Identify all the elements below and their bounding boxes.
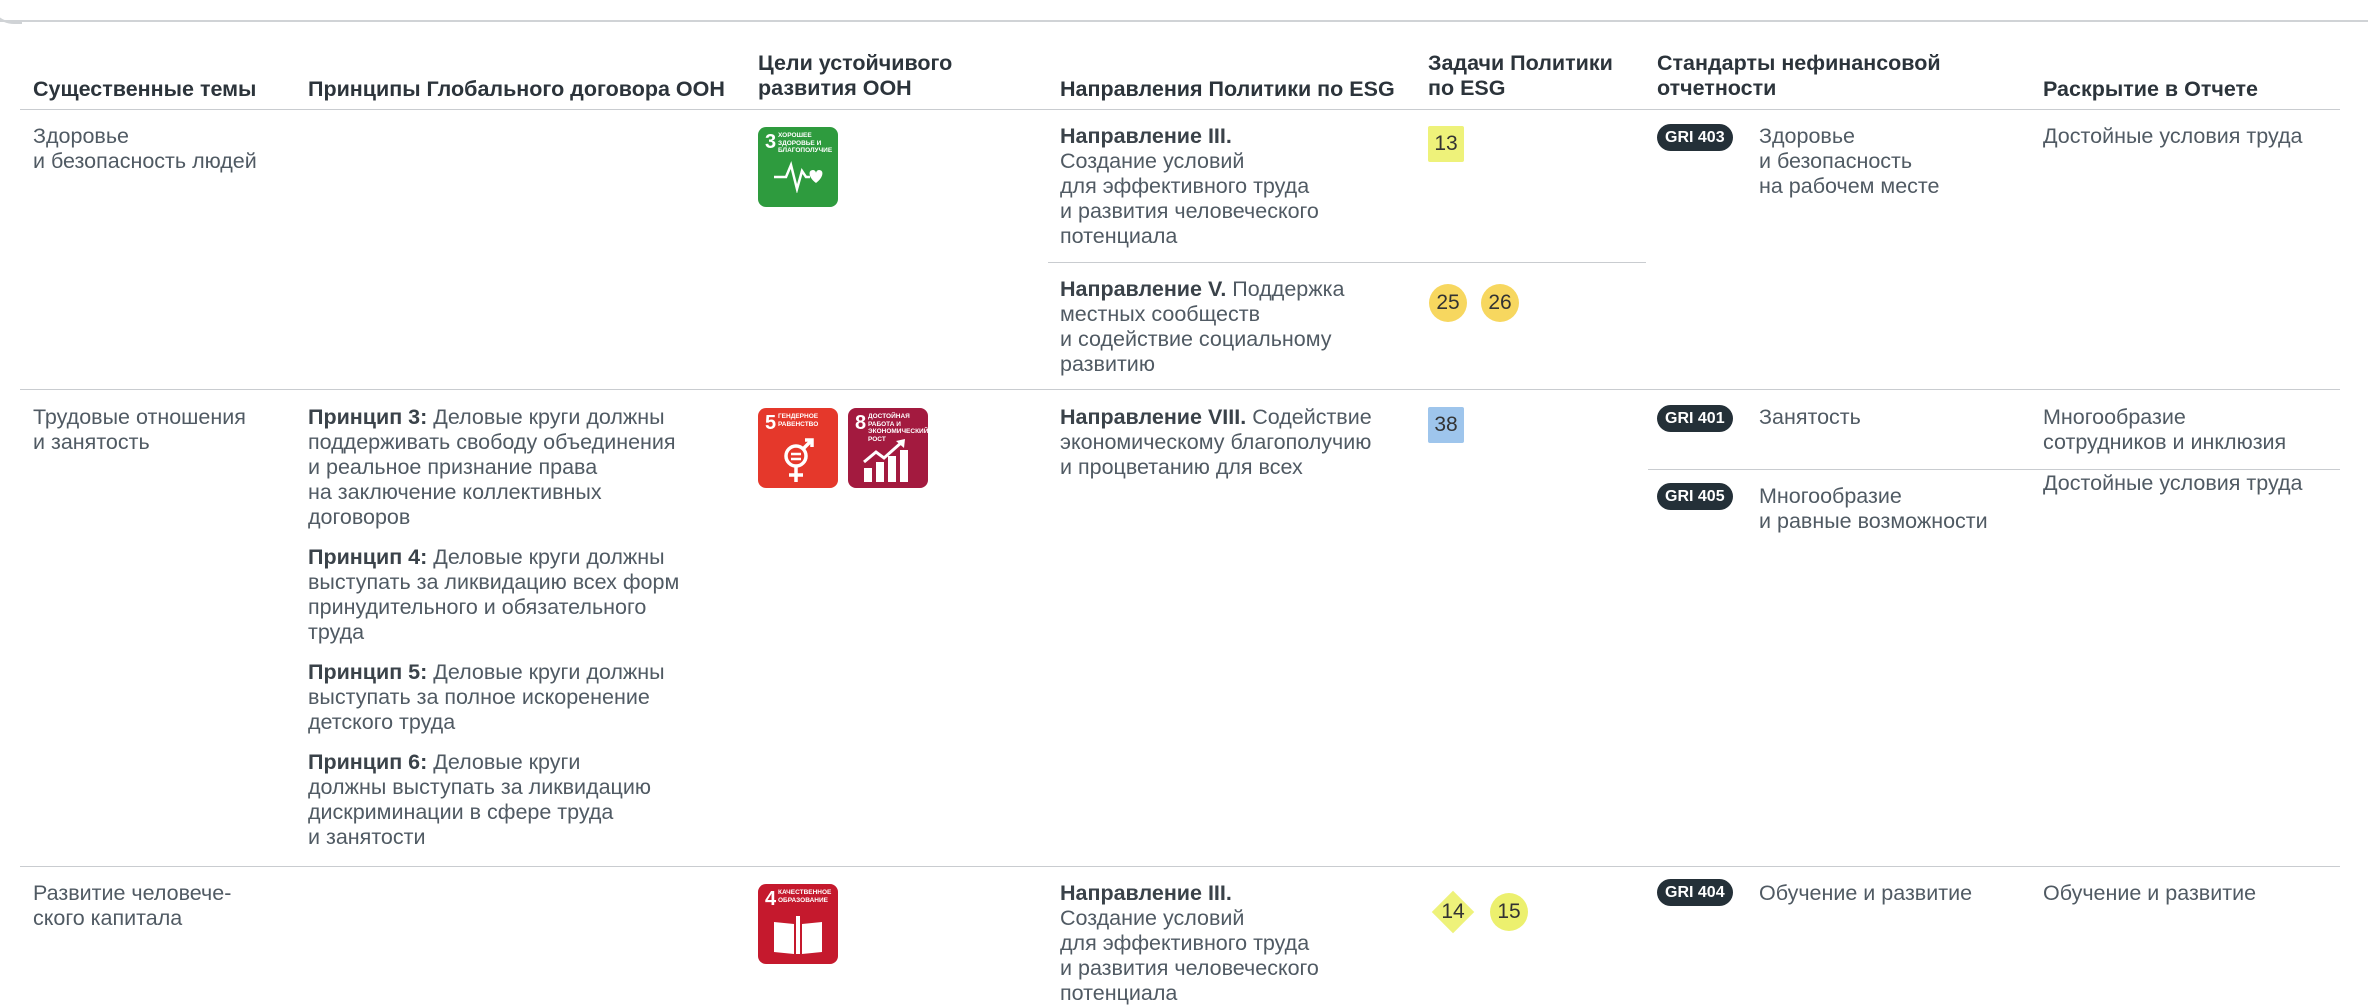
sdg-title: Качественное образование xyxy=(778,889,832,904)
frame-top-border xyxy=(0,20,2368,22)
sdg-number: 5 xyxy=(765,412,777,434)
gri-404-text: Обучение и развитие xyxy=(1759,881,1973,905)
gri-403-text: Здоровье и безопасность на рабочем месте xyxy=(1759,124,1940,198)
row3-disclosure: Обучение и развитие xyxy=(2043,881,2257,905)
direction-title: Направление VIII. xyxy=(1060,405,1247,429)
esg-task-14: 14 xyxy=(1431,890,1475,934)
principle-6: Принцип 6: Деловые круги должны выступат… xyxy=(308,750,748,850)
row1-subdivider xyxy=(1048,262,1646,263)
sdg-title: Хорошее здоровье и благополучие xyxy=(778,132,833,154)
principle-title: Принцип 6: xyxy=(308,750,428,774)
principle-5: Принцип 5: Деловые круги должны выступат… xyxy=(308,660,748,735)
sdg-number: 3 xyxy=(765,131,777,153)
row2-disclosure-conditions: Достойные условия труда xyxy=(2043,471,2303,495)
principle-title: Принцип 3: xyxy=(308,405,428,429)
direction-title: Направление III. xyxy=(1060,124,1232,148)
header-reporting-standards: Стандарты нефинансовой отчетности xyxy=(1657,51,1941,100)
esg-task-38: 38 xyxy=(1428,407,1464,443)
row2-direction-8: Направление VIII. Содействие экономическ… xyxy=(1060,405,1440,480)
row1-direction-3: Направление III. Создание условий для эф… xyxy=(1060,124,1420,249)
sdg-number: 4 xyxy=(765,888,777,910)
principle-3: Принцип 3: Деловые круги должны поддержи… xyxy=(308,405,748,530)
gender-equality-icon xyxy=(784,438,814,482)
header-esg-directions: Направления Политики по ESG xyxy=(1060,77,1395,101)
direction-title: Направление III. xyxy=(1060,881,1232,905)
row-divider xyxy=(20,866,2340,867)
esg-task-14-label: 14 xyxy=(1441,900,1465,923)
esg-task-13: 13 xyxy=(1428,126,1464,162)
row2-disclosure-diversity: Многообразие сотрудников и инклюзия xyxy=(2043,405,2287,454)
principle-title: Принцип 4: xyxy=(308,545,428,569)
row-divider xyxy=(20,389,2340,390)
sdg-title: Гендерное равенство xyxy=(778,413,819,428)
gri-403-badge: GRI 403 xyxy=(1657,124,1733,151)
row1-topic: Здоровье и безопасность людей xyxy=(33,124,257,173)
esg-task-26: 26 xyxy=(1481,284,1519,322)
direction-title: Направление V. xyxy=(1060,277,1227,301)
sdg-number: 8 xyxy=(855,412,867,434)
row1-disclosure: Достойные условия труда xyxy=(2043,124,2303,148)
heartbeat-icon xyxy=(774,161,823,193)
sdg-8-tile: 8 Достойная работа и экономический рост xyxy=(848,408,928,488)
header-un-sdg: Цели устойчивого развития ООН xyxy=(758,51,953,100)
header-un-global-compact: Принципы Глобального договора ООН xyxy=(308,77,725,101)
sdg-4-tile: 4 Качественное образование xyxy=(758,884,838,964)
sdg-3-tile: 3 Хорошее здоровье и благополучие xyxy=(758,127,838,207)
principle-4: Принцип 4: Деловые круги должны выступат… xyxy=(308,545,748,645)
cropped-heading-fragment xyxy=(33,0,75,2)
header-esg-tasks: Задачи Политики по ESG xyxy=(1428,51,1613,100)
principle-title: Принцип 5: xyxy=(308,660,428,684)
header-topics: Существенные темы xyxy=(33,77,257,101)
sdg-5-tile: 5 Гендерное равенство xyxy=(758,408,838,488)
growth-chart-icon xyxy=(863,439,908,482)
gri-404-badge: GRI 404 xyxy=(1657,879,1733,906)
book-icon xyxy=(774,916,822,954)
direction-text: Создание условий для эффективного труда … xyxy=(1060,149,1319,248)
row3-direction-3: Направление III. Создание условий для эф… xyxy=(1060,881,1420,1006)
cropped-heading-fragment xyxy=(96,0,138,2)
row3-topic: Развитие человече- ского капитала xyxy=(33,881,232,930)
direction-text: Создание условий для эффективного труда … xyxy=(1060,906,1319,1005)
row2-principles: Принцип 3: Деловые круги должны поддержи… xyxy=(308,405,748,865)
gri-401-text: Занятость xyxy=(1759,405,1861,429)
row1-direction-5: Направление V. Поддержка местных сообщес… xyxy=(1060,277,1420,377)
header-divider xyxy=(20,109,2340,110)
gri-405-badge: GRI 405 xyxy=(1657,483,1733,510)
gri-405-text: Многообразие и равные возможности xyxy=(1759,484,1988,533)
row2-subdivider xyxy=(1648,469,2340,470)
esg-task-25: 25 xyxy=(1429,284,1467,322)
esg-task-15: 15 xyxy=(1490,893,1528,931)
header-report-disclosure: Раскрытие в Отчете xyxy=(2043,77,2258,101)
row2-topic: Трудовые отношения и занятость xyxy=(33,405,246,454)
gri-401-badge: GRI 401 xyxy=(1657,405,1733,432)
